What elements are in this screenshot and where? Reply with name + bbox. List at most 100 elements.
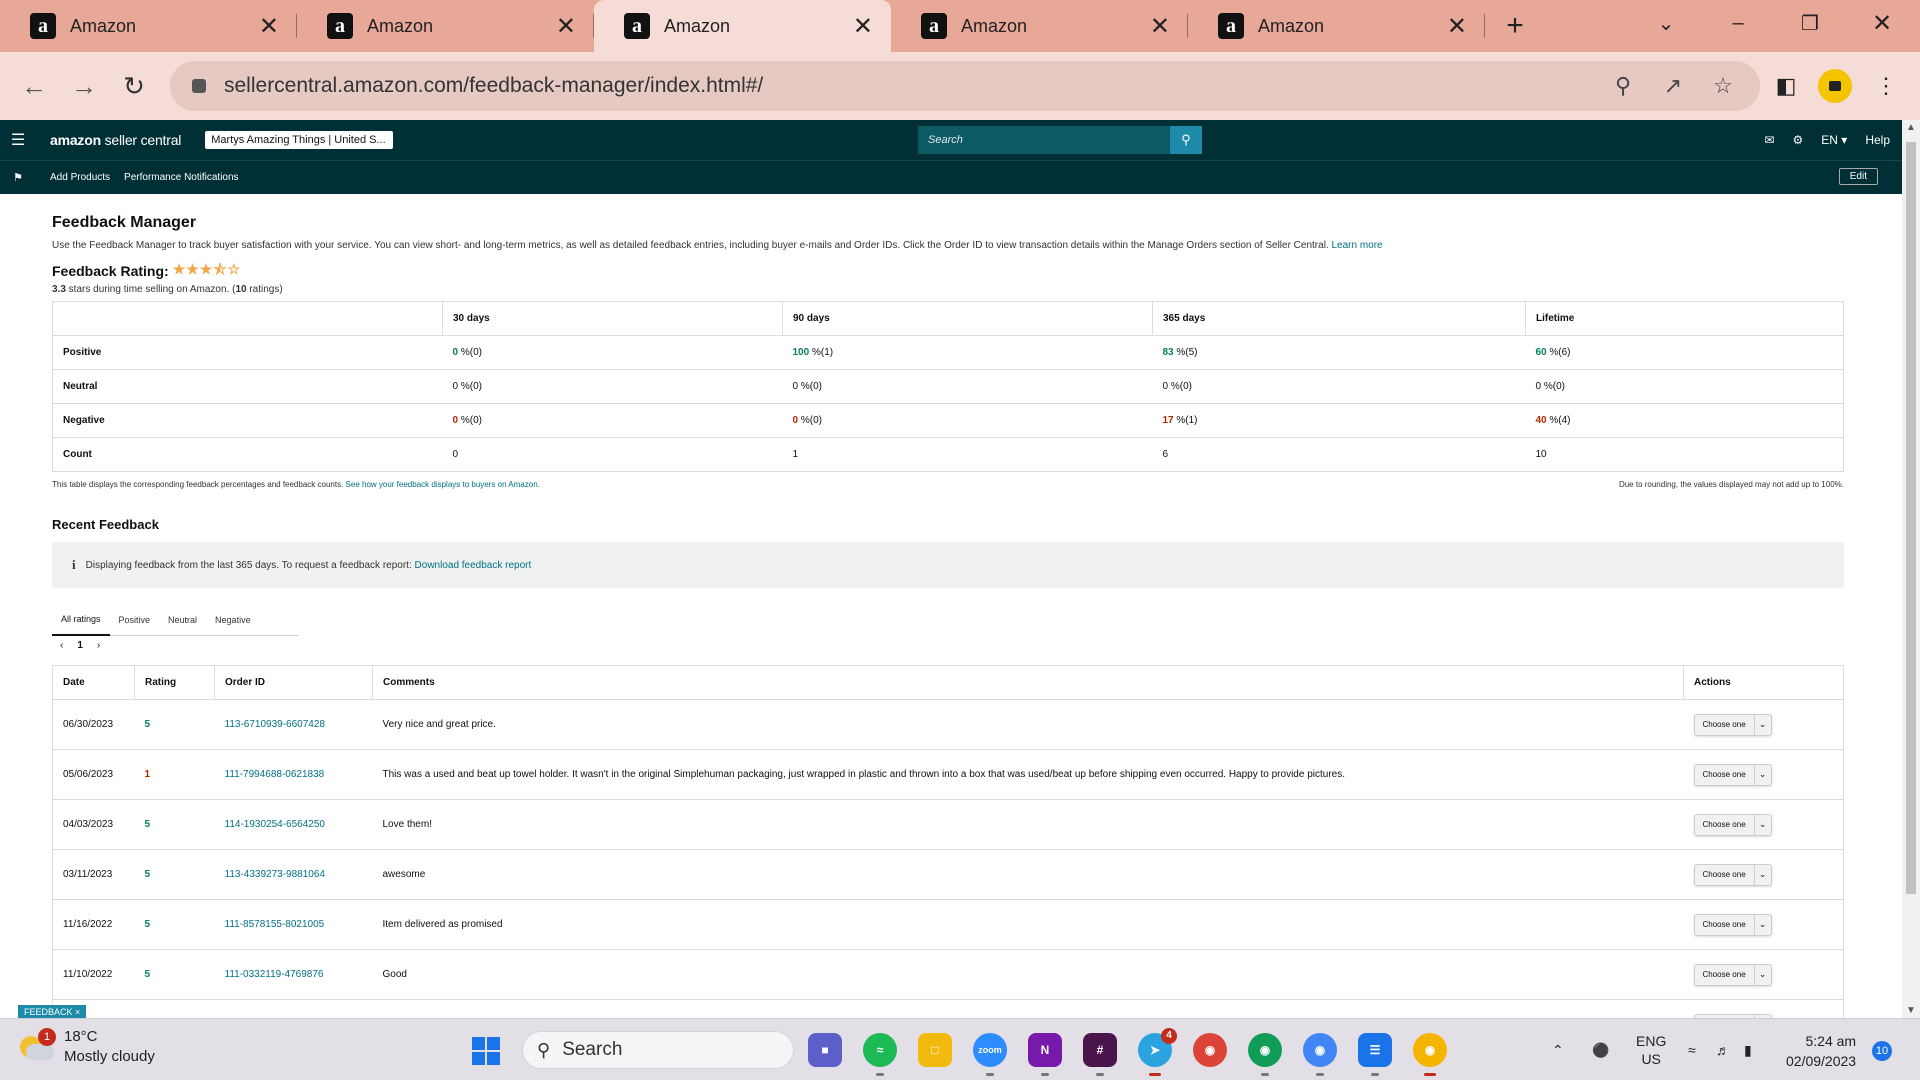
prev-page-icon[interactable]: ‹: [60, 640, 63, 651]
close-tab-icon[interactable]: ✕: [1150, 12, 1170, 41]
rating-tab[interactable]: Negative: [206, 604, 260, 636]
restore-button[interactable]: ❐: [1774, 0, 1846, 46]
choose-action-dropdown[interactable]: Choose one⌄: [1693, 913, 1772, 936]
forward-icon[interactable]: →: [64, 66, 104, 106]
edit-button[interactable]: Edit: [1838, 168, 1878, 185]
chrome-profile-icon[interactable]: ◉: [1248, 1033, 1282, 1076]
feedback-widget-tab[interactable]: FEEDBACK ×: [18, 1005, 87, 1019]
scroll-up-icon[interactable]: ▲: [1902, 122, 1920, 133]
zoom-icon[interactable]: zoom: [973, 1033, 1007, 1076]
chevron-down-icon: ⌄: [1758, 719, 1767, 729]
store-selector[interactable]: Martys Amazing Things | United S...: [205, 131, 394, 149]
order-id-link[interactable]: 111-7994688-0621838: [225, 769, 325, 780]
close-tab-icon[interactable]: ✕: [556, 12, 576, 41]
search-icon[interactable]: ⚲: [1170, 126, 1202, 154]
close-window-button[interactable]: ✕: [1846, 0, 1918, 46]
telegram-icon[interactable]: ➤ 4: [1138, 1028, 1177, 1076]
order-id-link[interactable]: 111-8578155-8021005: [225, 919, 325, 930]
battery-icon[interactable]: ▮: [1744, 1019, 1752, 1080]
feedback-date: 05/06/2023: [52, 749, 135, 800]
seller-central-logo[interactable]: amazon seller central: [50, 132, 181, 148]
feedback-rating: Feedback Rating: ★★★⯪☆: [52, 259, 1844, 283]
tab-search-icon[interactable]: ⌄: [1630, 0, 1702, 46]
choose-action-dropdown[interactable]: Choose one⌄: [1693, 713, 1772, 736]
vertical-scrollbar[interactable]: ▲ ▼: [1902, 120, 1920, 1018]
rating-tab[interactable]: All ratings: [52, 604, 110, 636]
scrollbar-thumb[interactable]: [1906, 142, 1916, 894]
profile-avatar[interactable]: [1818, 69, 1852, 103]
order-id-link[interactable]: 113-6710939-6607428: [225, 719, 325, 730]
menu-kebab-icon[interactable]: ⋮: [1866, 66, 1906, 106]
close-tab-icon[interactable]: ✕: [853, 12, 873, 41]
url-text[interactable]: sellercentral.amazon.com/feedback-manage…: [224, 74, 763, 98]
file-explorer-icon[interactable]: □: [918, 1033, 952, 1067]
current-page[interactable]: 1: [77, 640, 83, 651]
feedback-rating-cell: 5: [134, 849, 215, 900]
browser-tab[interactable]: a Amazon ✕: [0, 0, 297, 52]
nav-add-products[interactable]: Add Products: [50, 172, 110, 183]
omnibox[interactable]: sellercentral.amazon.com/feedback-manage…: [170, 61, 1760, 111]
buyer-display-link[interactable]: See how your feedback displays to buyers…: [346, 480, 540, 489]
gear-icon[interactable]: ⚙: [1793, 133, 1804, 147]
chrome-profile-2-icon[interactable]: ◉: [1303, 1033, 1337, 1076]
zoom-icon[interactable]: ⚲: [1606, 69, 1640, 103]
taskbar-search[interactable]: ⚲ Search: [522, 1031, 794, 1069]
choose-action-dropdown[interactable]: Choose one⌄: [1693, 963, 1772, 986]
browser-tab[interactable]: a Amazon ✕: [297, 0, 594, 52]
chrome-active-icon[interactable]: ◉: [1413, 1033, 1447, 1076]
spotify-icon[interactable]: ≈: [863, 1033, 897, 1076]
notification-badge[interactable]: 10: [1872, 1041, 1892, 1061]
help-link[interactable]: Help: [1865, 133, 1890, 147]
next-page-icon[interactable]: ›: [97, 640, 100, 651]
metrics-cell: 10: [1525, 437, 1844, 472]
language-indicator[interactable]: ENG US: [1636, 1019, 1666, 1080]
download-report-link[interactable]: Download feedback report: [415, 560, 532, 571]
order-id-link[interactable]: 114-1930254-6564250: [225, 819, 325, 830]
slack-icon[interactable]: #: [1083, 1033, 1117, 1076]
onenote-icon[interactable]: N: [1028, 1033, 1062, 1076]
volume-icon[interactable]: ♬: [1716, 1019, 1730, 1080]
hamburger-menu-icon[interactable]: ☰: [0, 130, 36, 150]
windows-start-icon[interactable]: [472, 1037, 500, 1065]
browser-tab[interactable]: a Amazon ✕: [891, 0, 1188, 52]
metric-count: %(1): [809, 347, 834, 358]
close-tab-icon[interactable]: ✕: [1447, 12, 1467, 41]
weather-condition: Mostly cloudy: [64, 1048, 155, 1065]
browser-tab[interactable]: a Amazon ✕: [594, 0, 891, 52]
bookmark-icon[interactable]: ⚑: [0, 171, 36, 184]
share-icon[interactable]: ↗: [1656, 69, 1690, 103]
lock-icon[interactable]: [192, 79, 206, 93]
order-id-link[interactable]: 111-0332119-4769876: [225, 969, 324, 980]
feedback-rating: 5: [144, 719, 151, 730]
language-selector[interactable]: EN ▾: [1821, 133, 1847, 147]
browser-tab[interactable]: a Amazon ✕: [1188, 0, 1485, 52]
clock[interactable]: 5:24 am 02/09/2023: [1786, 1031, 1856, 1071]
microphone-icon[interactable]: ⚫: [1592, 1019, 1609, 1080]
new-tab-button[interactable]: +: [1485, 0, 1545, 52]
teams-icon[interactable]: ■: [808, 1033, 842, 1067]
close-tab-icon[interactable]: ✕: [259, 12, 279, 41]
weather-widget[interactable]: 1 18°C Mostly cloudy: [20, 1027, 155, 1067]
search-input[interactable]: [918, 134, 1158, 146]
back-icon[interactable]: ←: [14, 66, 54, 106]
wifi-icon[interactable]: ≈: [1688, 1019, 1696, 1080]
mail-icon[interactable]: ✉: [1764, 133, 1774, 147]
rating-tab[interactable]: Neutral: [159, 604, 206, 636]
minimize-button[interactable]: –: [1702, 0, 1774, 46]
choose-action-dropdown[interactable]: Choose one⌄: [1693, 763, 1772, 786]
scroll-down-icon[interactable]: ▼: [1902, 1005, 1920, 1016]
side-panel-icon[interactable]: ◧: [1766, 66, 1806, 106]
tray-chevron-icon[interactable]: ⌃: [1552, 1019, 1564, 1080]
rating-tab[interactable]: Positive: [110, 604, 160, 636]
choose-action-dropdown[interactable]: Choose one⌄: [1693, 813, 1772, 836]
bookmark-star-icon[interactable]: ☆: [1706, 69, 1740, 103]
chrome-icon[interactable]: ◉: [1193, 1033, 1227, 1067]
reload-icon[interactable]: ↻: [114, 66, 154, 106]
metric-count: %(0): [458, 415, 482, 426]
nav-performance-notifications[interactable]: Performance Notifications: [124, 172, 239, 183]
choose-action-dropdown[interactable]: Choose one⌄: [1693, 863, 1772, 886]
learn-more-link[interactable]: Learn more: [1331, 240, 1382, 251]
notepad-icon[interactable]: ☰: [1358, 1033, 1392, 1076]
order-id-link[interactable]: 113-4339273-9881064: [225, 869, 325, 880]
feedback-comment: Good: [372, 949, 1684, 1000]
